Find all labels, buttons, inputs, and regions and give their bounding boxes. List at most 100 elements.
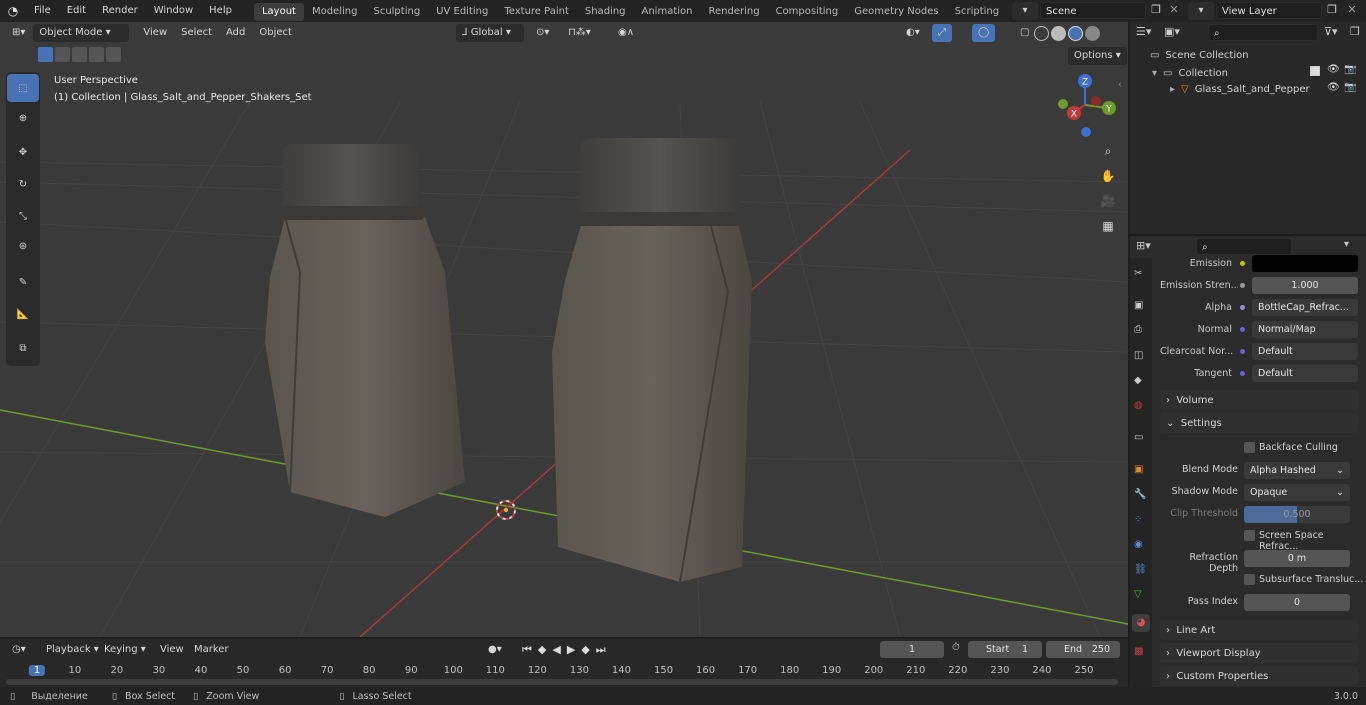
menu-window[interactable]: Window [146, 0, 201, 22]
world-tab-icon[interactable]: ◍ [1134, 400, 1143, 411]
object-tab-icon[interactable]: ▣ [1134, 464, 1143, 475]
tab-rendering[interactable]: Rendering [700, 3, 767, 21]
expand-icon[interactable]: ▸ [1170, 84, 1175, 95]
shading-wireframe-icon[interactable] [1034, 26, 1049, 41]
visibility-icon[interactable]: ◐▾ [900, 24, 926, 42]
view-layer-field[interactable]: View Layer [1216, 2, 1322, 19]
tab-animation[interactable]: Animation [634, 3, 701, 21]
shading-rendered-icon[interactable] [1085, 26, 1100, 41]
annotate-tool-icon[interactable]: ✎ [7, 268, 39, 296]
tangent-input[interactable]: Default [1252, 364, 1358, 382]
zoom-icon[interactable]: ⌕ [1097, 140, 1119, 162]
physics-tab-icon[interactable]: ◉ [1134, 539, 1143, 550]
snap-icon[interactable]: ⊓⁂▾ [562, 24, 597, 42]
display-mode-icon[interactable]: ▣▾ [1164, 25, 1180, 38]
menu-marker[interactable]: Marker [188, 641, 235, 659]
gizmo-toggle-icon[interactable]: ⤢ [932, 24, 952, 42]
render-tab-icon[interactable]: ▣ [1134, 300, 1143, 311]
outliner-row-collection[interactable]: ▾ ▭ Collection [1152, 68, 1228, 79]
add-cube-tool-icon[interactable]: ⧉ [7, 334, 39, 362]
tab-modeling[interactable]: Modeling [304, 3, 366, 21]
menu-playback[interactable]: Playback ▾ [40, 641, 105, 659]
expand-collapse-icon[interactable]: ▾ [1152, 68, 1157, 79]
pass-index-field[interactable]: 0 [1244, 594, 1350, 611]
xray-icon[interactable]: ▢ [1014, 24, 1035, 42]
filter-icon[interactable]: ⊽▾ [1324, 25, 1338, 38]
tab-compositing[interactable]: Compositing [768, 3, 847, 21]
menu-render[interactable]: Render [94, 0, 146, 22]
preview-range-icon[interactable]: ⏱ [952, 642, 960, 653]
shading-solid-icon[interactable] [1051, 26, 1066, 41]
select-extend-icon[interactable] [55, 47, 70, 62]
tab-geometry-nodes[interactable]: Geometry Nodes [846, 3, 946, 21]
outliner-row-scene-collection[interactable]: ▭ Scene Collection [1150, 50, 1249, 61]
pan-hand-icon[interactable]: ✋ [1097, 165, 1119, 187]
ortho-grid-icon[interactable]: ▦ [1097, 215, 1119, 237]
blender-logo-icon[interactable]: ◔ [0, 4, 26, 18]
pivot-point-icon[interactable]: ⊙▾ [530, 24, 555, 42]
prop-emission-strength[interactable]: Emission Stren... 1.000 [1160, 276, 1358, 294]
emission-strength-field[interactable]: 1.000 [1252, 276, 1358, 294]
mode-dropdown[interactable]: Object Mode ▾ [33, 24, 130, 42]
particles-tab-icon[interactable]: ⁘ [1134, 514, 1142, 525]
start-frame-field[interactable]: Start 1 [968, 641, 1042, 658]
new-scene-icon[interactable]: ❐ [1148, 3, 1164, 19]
prop-emission[interactable]: Emission [1160, 254, 1358, 272]
refraction-depth-field[interactable]: 0 m [1244, 550, 1350, 567]
jump-end-icon[interactable]: ⏭ [596, 643, 606, 657]
timeline-editor-icon[interactable]: ◷▾ [6, 641, 32, 659]
menu-object[interactable]: Object [253, 24, 298, 42]
jump-start-icon[interactable]: ⏮ [522, 643, 532, 657]
settings-panel-header[interactable]: ⌄ Settings [1160, 413, 1358, 433]
overlays-toggle-icon[interactable]: ◯ [972, 24, 996, 42]
new-view-layer-icon[interactable]: ❐ [1324, 3, 1340, 19]
clip-threshold-slider[interactable]: 0.500 [1244, 506, 1350, 523]
visibility-eye-icon[interactable]: 👁 [1327, 64, 1340, 75]
shadow-mode-dropdown[interactable]: Opaque ⌄ [1244, 484, 1350, 501]
collection-checkbox[interactable] [1310, 66, 1320, 76]
end-frame-field[interactable]: End 250 [1046, 641, 1120, 658]
prop-normal[interactable]: Normal Normal/Map [1160, 320, 1358, 338]
menu-add[interactable]: Add [220, 24, 251, 42]
menu-view[interactable]: View [137, 24, 173, 42]
sidebar-toggle-icon[interactable]: ‹ [1118, 80, 1122, 90]
properties-search-input[interactable]: ⌕ [1196, 238, 1292, 255]
select-invert-icon[interactable] [89, 47, 104, 62]
render-camera-icon[interactable]: 📷 [1344, 64, 1356, 75]
properties-options-icon[interactable]: ▾ [1344, 239, 1349, 250]
modifier-tab-icon[interactable]: 🔧 [1134, 489, 1146, 500]
navigation-gizmo[interactable]: Z Y X [1050, 70, 1120, 140]
view-layer-browse-icon[interactable]: ▾ [1188, 2, 1214, 20]
tab-texture-paint[interactable]: Texture Paint [496, 3, 577, 21]
scene-tab-icon[interactable]: ◆ [1134, 375, 1142, 386]
tab-scripting[interactable]: Scripting [947, 3, 1007, 21]
object-eye-icon[interactable]: 👁 [1327, 82, 1340, 93]
3d-cursor[interactable] [496, 500, 516, 520]
view-layer-tab-icon[interactable]: ◫ [1134, 350, 1143, 361]
collection-tab-icon[interactable]: ▭ [1134, 432, 1143, 443]
prop-alpha[interactable]: Alpha BottleCap_Refrac... [1160, 298, 1358, 316]
output-tab-icon[interactable]: ⎙ [1134, 324, 1142, 335]
backface-culling-checkbox[interactable] [1244, 442, 1255, 453]
play-reverse-icon[interactable]: ◀ [552, 643, 560, 657]
volume-panel-header[interactable]: › Volume [1160, 390, 1358, 410]
custom-props-panel-header[interactable]: › Custom Properties [1160, 666, 1358, 686]
select-box-tool-icon[interactable]: ⬚ [7, 74, 39, 102]
data-tab-icon[interactable]: ▽ [1134, 589, 1142, 600]
current-frame-field[interactable]: 1 [880, 641, 944, 658]
ssr-checkbox[interactable] [1244, 530, 1255, 541]
record-icon[interactable]: ●▾ [482, 641, 508, 659]
menu-select[interactable]: Select [175, 24, 218, 42]
scene-name-field[interactable]: Scene [1040, 2, 1146, 19]
proportional-edit-icon[interactable]: ◉∧ [612, 24, 640, 42]
scale-tool-icon[interactable]: ⤡ [7, 202, 39, 230]
delete-view-layer-icon[interactable]: ✕ [1344, 3, 1360, 19]
tab-sculpting[interactable]: Sculpting [365, 3, 428, 21]
clearcoat-normal-input[interactable]: Default [1252, 342, 1358, 360]
object-camera-icon[interactable]: 📷 [1344, 82, 1356, 93]
cursor-tool-icon[interactable]: ⊕ [7, 104, 39, 132]
tab-layout[interactable]: Layout [253, 3, 304, 21]
menu-timeline-view[interactable]: View [154, 641, 190, 659]
options-button[interactable]: Options ▾ [1068, 47, 1127, 65]
measure-tool-icon[interactable]: 📐 [7, 300, 39, 328]
